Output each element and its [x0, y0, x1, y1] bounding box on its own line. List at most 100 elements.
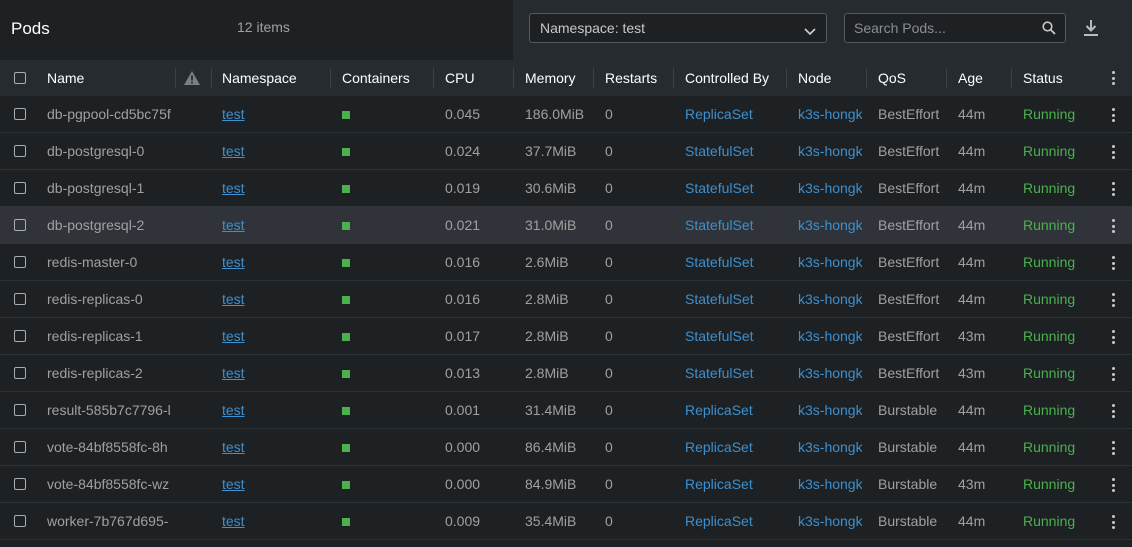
row-checkbox[interactable] — [14, 330, 26, 342]
cell-node[interactable]: k3s-hongk — [798, 96, 862, 133]
row-checkbox[interactable] — [14, 404, 26, 416]
cell-namespace[interactable]: test — [222, 429, 322, 466]
cell-node[interactable]: k3s-hongk — [798, 429, 862, 466]
search-input[interactable] — [854, 19, 1034, 37]
container-status-indicator[interactable] — [342, 518, 350, 526]
table-row[interactable]: vote-84bf8558fc-8h test 0.000 86.4MiB 0 Repli… — [0, 429, 1132, 466]
cell-namespace[interactable]: test — [222, 503, 322, 540]
row-menu-icon[interactable] — [1110, 477, 1118, 493]
container-status-indicator[interactable] — [342, 370, 350, 378]
table-row[interactable]: redis-replicas-2 test 0.013 2.8MiB 0 Stateful… — [0, 355, 1132, 392]
cell-namespace[interactable]: test — [222, 244, 322, 281]
row-checkbox[interactable] — [14, 182, 26, 194]
cell-controlled-by[interactable]: StatefulSet — [685, 170, 780, 207]
row-menu-icon[interactable] — [1110, 144, 1118, 160]
cell-namespace[interactable]: test — [222, 207, 322, 244]
cell-controlled-by[interactable]: StatefulSet — [685, 318, 780, 355]
column-divider[interactable] — [433, 68, 434, 88]
cell-namespace[interactable]: test — [222, 133, 322, 170]
table-row[interactable]: db-postgresql-0 test 0.024 37.7MiB 0 Stateful… — [0, 133, 1132, 170]
cell-controlled-by[interactable]: ReplicaSet — [685, 429, 780, 466]
row-checkbox[interactable] — [14, 108, 26, 120]
container-status-indicator[interactable] — [342, 407, 350, 415]
row-menu-icon[interactable] — [1110, 366, 1118, 382]
cell-node[interactable]: k3s-hongk — [798, 318, 862, 355]
container-status-indicator[interactable] — [342, 185, 350, 193]
cell-node[interactable]: k3s-hongk — [798, 392, 862, 429]
table-row[interactable]: worker-7b767d695- test 0.009 35.4MiB 0 Replic… — [0, 503, 1132, 540]
container-status-indicator[interactable] — [342, 333, 350, 341]
row-checkbox[interactable] — [14, 367, 26, 379]
cell-namespace[interactable]: test — [222, 318, 322, 355]
column-divider[interactable] — [673, 68, 674, 88]
column-divider[interactable] — [175, 68, 176, 88]
row-checkbox[interactable] — [14, 293, 26, 305]
column-divider[interactable] — [330, 68, 331, 88]
container-status-indicator[interactable] — [342, 259, 350, 267]
table-row[interactable]: db-postgresql-2 test 0.021 31.0MiB 0 Stateful… — [0, 207, 1132, 244]
cell-namespace[interactable]: test — [222, 355, 322, 392]
column-menu-icon[interactable] — [1110, 70, 1118, 86]
cell-node[interactable]: k3s-hongk — [798, 133, 862, 170]
row-menu-icon[interactable] — [1110, 255, 1118, 271]
column-header-controlled-by[interactable]: Controlled By — [685, 60, 769, 96]
cell-controlled-by[interactable]: ReplicaSet — [685, 466, 780, 503]
cell-node[interactable]: k3s-hongk — [798, 466, 862, 503]
container-status-indicator[interactable] — [342, 296, 350, 304]
cell-controlled-by[interactable]: StatefulSet — [685, 355, 780, 392]
column-header-name[interactable]: Name — [47, 60, 84, 96]
column-header-restarts[interactable]: Restarts — [605, 60, 657, 96]
table-row[interactable]: db-pgpool-cd5bc75f test 0.045 186.0MiB 0 Repl… — [0, 96, 1132, 133]
table-row[interactable]: db-postgresql-1 test 0.019 30.6MiB 0 Stateful… — [0, 170, 1132, 207]
column-divider[interactable] — [1011, 68, 1012, 88]
column-header-memory[interactable]: Memory — [525, 60, 576, 96]
cell-node[interactable]: k3s-hongk — [798, 503, 862, 540]
row-menu-icon[interactable] — [1110, 440, 1118, 456]
container-status-indicator[interactable] — [342, 148, 350, 156]
cell-namespace[interactable]: test — [222, 281, 322, 318]
download-icon[interactable] — [1083, 19, 1099, 40]
row-menu-icon[interactable] — [1110, 107, 1118, 123]
table-row[interactable]: result-585b7c7796-l test 0.001 31.4MiB 0 Repl… — [0, 392, 1132, 429]
row-checkbox[interactable] — [14, 145, 26, 157]
cell-namespace[interactable]: test — [222, 392, 322, 429]
column-divider[interactable] — [866, 68, 867, 88]
cell-controlled-by[interactable]: ReplicaSet — [685, 503, 780, 540]
cell-controlled-by[interactable]: StatefulSet — [685, 281, 780, 318]
column-divider[interactable] — [786, 68, 787, 88]
cell-controlled-by[interactable]: StatefulSet — [685, 133, 780, 170]
select-all-checkbox[interactable] — [14, 72, 26, 84]
cell-controlled-by[interactable]: ReplicaSet — [685, 392, 780, 429]
cell-node[interactable]: k3s-hongk — [798, 244, 862, 281]
warning-column-header[interactable] — [175, 60, 211, 96]
namespace-select[interactable]: Namespace: test — [529, 13, 827, 43]
row-checkbox[interactable] — [14, 441, 26, 453]
column-header-node[interactable]: Node — [798, 60, 831, 96]
cell-node[interactable]: k3s-hongk — [798, 355, 862, 392]
table-row[interactable]: redis-replicas-0 test 0.016 2.8MiB 0 Stateful… — [0, 281, 1132, 318]
column-header-cpu[interactable]: CPU — [445, 60, 475, 96]
row-menu-icon[interactable] — [1110, 181, 1118, 197]
row-checkbox[interactable] — [14, 256, 26, 268]
cell-controlled-by[interactable]: StatefulSet — [685, 207, 780, 244]
cell-controlled-by[interactable]: StatefulSet — [685, 244, 780, 281]
column-header-qos[interactable]: QoS — [878, 60, 906, 96]
container-status-indicator[interactable] — [342, 481, 350, 489]
search-icon[interactable] — [1042, 21, 1056, 38]
table-row[interactable]: redis-replicas-1 test 0.017 2.8MiB 0 Stateful… — [0, 318, 1132, 355]
cell-node[interactable]: k3s-hongk — [798, 170, 862, 207]
cell-controlled-by[interactable]: ReplicaSet — [685, 96, 780, 133]
cell-namespace[interactable]: test — [222, 466, 322, 503]
container-status-indicator[interactable] — [342, 444, 350, 452]
column-header-containers[interactable]: Containers — [342, 60, 410, 96]
column-header-age[interactable]: Age — [958, 60, 983, 96]
row-checkbox[interactable] — [14, 219, 26, 231]
table-row[interactable]: vote-84bf8558fc-wz test 0.000 84.9MiB 0 Repli… — [0, 466, 1132, 503]
row-checkbox[interactable] — [14, 515, 26, 527]
row-menu-icon[interactable] — [1110, 403, 1118, 419]
column-divider[interactable] — [946, 68, 947, 88]
column-divider[interactable] — [513, 68, 514, 88]
cell-namespace[interactable]: test — [222, 96, 322, 133]
cell-node[interactable]: k3s-hongk — [798, 281, 862, 318]
cell-namespace[interactable]: test — [222, 170, 322, 207]
